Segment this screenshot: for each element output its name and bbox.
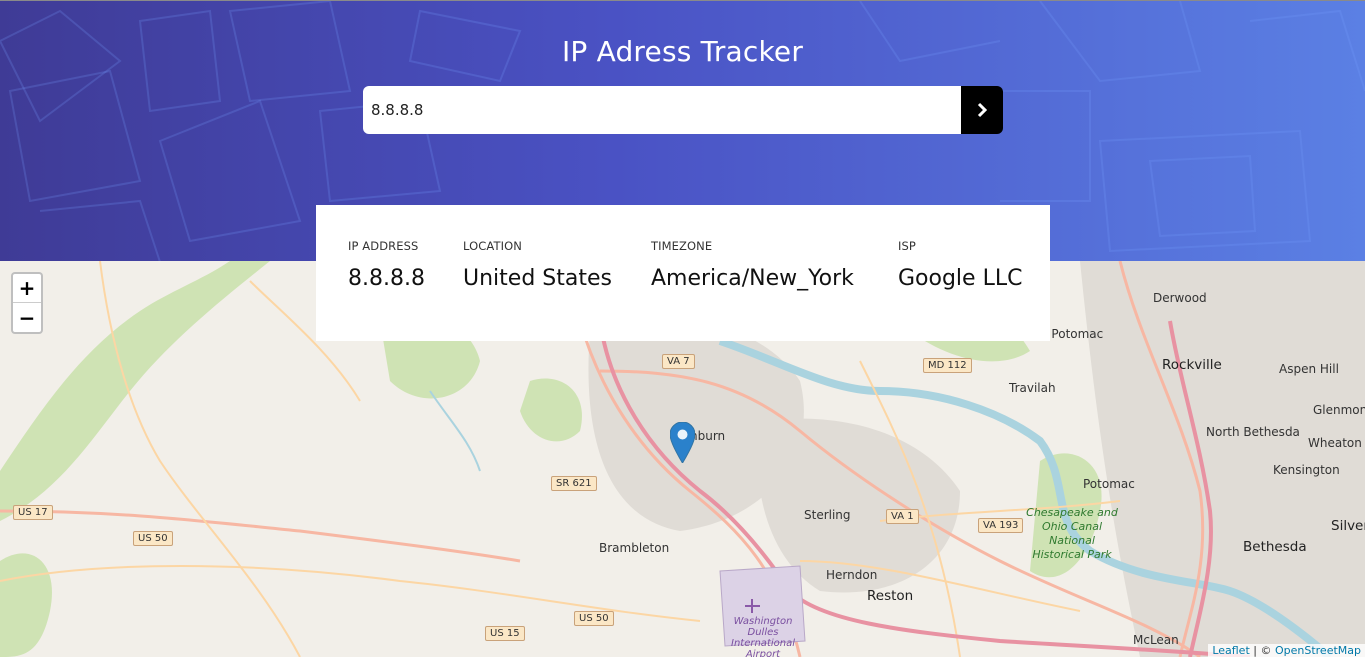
timezone-section: TIMEZONE America/New_York [651, 239, 854, 291]
map-label: Potomac [1083, 477, 1135, 491]
openstreetmap-link[interactable]: OpenStreetMap [1275, 644, 1361, 657]
isp-section: ISP Google LLC [898, 239, 1022, 291]
map-label: North Bethesda [1206, 425, 1300, 439]
route-shield: VA 7 [662, 354, 695, 369]
route-shield: MD 112 [923, 358, 972, 373]
map-label: Wheaton [1308, 436, 1362, 450]
ip-address-value: 8.8.8.8 [348, 266, 425, 291]
map-label: hburn [690, 429, 726, 443]
search-submit-button[interactable] [961, 86, 1003, 134]
map-label: Kensington [1273, 463, 1340, 477]
route-shield: SR 621 [551, 476, 597, 491]
route-shield: VA 1 [886, 509, 919, 524]
map-label: Glenmont [1313, 403, 1365, 417]
route-shield: VA 193 [978, 518, 1024, 533]
location-marker-icon[interactable] [670, 422, 695, 463]
airport-label: Washington Dulles International Airport [731, 616, 795, 657]
ip-address-label: IP ADDRESS [348, 239, 419, 253]
map-label: Herndon [826, 568, 878, 582]
park-label: Chesapeake and Ohio Canal National Histo… [1026, 506, 1118, 561]
route-shield: US 50 [133, 531, 173, 546]
location-label: LOCATION [463, 239, 522, 253]
map-label: Sterling [804, 508, 851, 522]
page-title: IP Adress Tracker [561, 35, 804, 68]
map-label: Travilah [1009, 381, 1056, 395]
leaflet-link[interactable]: Leaflet [1212, 644, 1249, 657]
map-label: Derwood [1153, 291, 1207, 305]
route-shield: US 50 [574, 611, 614, 626]
ip-search-input[interactable] [363, 86, 961, 134]
isp-value: Google LLC [898, 266, 1023, 291]
timezone-value: America/New_York [651, 266, 854, 291]
location-value: United States [463, 266, 612, 291]
attribution-separator: | © [1249, 644, 1275, 657]
info-panel: IP ADDRESS 8.8.8.8 LOCATION United State… [316, 205, 1050, 341]
zoom-in-button[interactable]: + [13, 274, 41, 303]
ip-address-section: IP ADDRESS 8.8.8.8 [348, 239, 425, 291]
search-bar [363, 86, 1003, 134]
location-section: LOCATION United States [463, 239, 612, 291]
map-label: Rockville [1162, 357, 1222, 373]
route-shield: US 17 [13, 505, 53, 520]
zoom-control: + − [11, 272, 43, 334]
map-label: Bethesda [1243, 539, 1307, 555]
map-label: Reston [867, 588, 914, 604]
timezone-label: TIMEZONE [651, 239, 713, 253]
chevron-right-icon [977, 102, 988, 118]
map-label: Silver [1331, 518, 1365, 534]
isp-label: ISP [898, 239, 916, 253]
map-label: Aspen Hill [1279, 362, 1339, 376]
route-shield: US 15 [485, 626, 525, 641]
map-label: McLean [1133, 633, 1179, 647]
map-attribution: Leaflet | © OpenStreetMap [1208, 644, 1365, 657]
map-label: Brambleton [599, 541, 670, 555]
zoom-out-button[interactable]: − [13, 303, 41, 332]
